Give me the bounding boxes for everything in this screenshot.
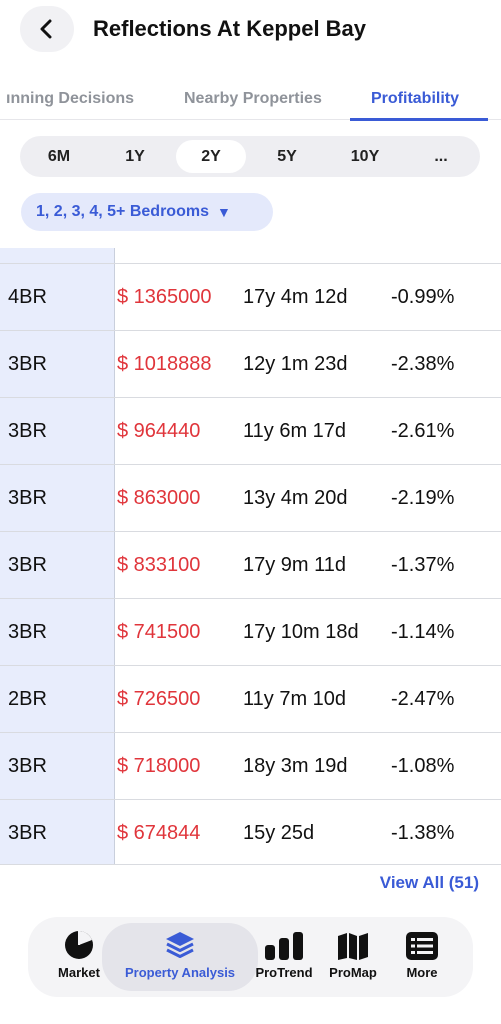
- table-row[interactable]: 3BR $ 718000 18y 3m 19d -1.08%: [0, 732, 501, 799]
- cell-price: $ 964440: [117, 420, 201, 442]
- cell-holding-period: 17y 10m 18d: [243, 621, 359, 643]
- cell-bedroom-type: 4BR: [8, 286, 47, 308]
- cell-holding-period: 18y 3m 19d: [243, 755, 348, 777]
- bedroom-filter-label: 1, 2, 3, 4, 5+ Bedrooms: [36, 203, 209, 220]
- cell-holding-period: 11y 6m 17d: [243, 420, 347, 442]
- nav-property-analysis[interactable]: Property Analysis: [118, 929, 242, 980]
- table-row[interactable]: 3BR $ 863000 13y 4m 20d -2.19%: [0, 464, 501, 531]
- period-6m[interactable]: 6M: [26, 140, 92, 173]
- tab-planning-decisions[interactable]: ınning Decisions: [6, 90, 134, 108]
- transactions-table: 4BR $ 1365000 17y 4m 12d -0.99% 3BR $ 10…: [0, 248, 501, 865]
- cell-annual-change: -2.47%: [391, 688, 455, 710]
- nav-market[interactable]: Market: [56, 929, 102, 980]
- cell-holding-period: 15y 25d: [243, 821, 315, 844]
- chevron-left-icon: [40, 19, 52, 39]
- nav-protrend[interactable]: ProTrend: [253, 929, 315, 980]
- period-10y[interactable]: 10Y: [330, 140, 400, 173]
- cell-annual-change: -1.14%: [391, 621, 455, 643]
- nav-promap-label: ProMap: [329, 965, 377, 980]
- cell-holding-period: 17y 4m 12d: [243, 286, 348, 308]
- nav-promap[interactable]: ProMap: [325, 929, 381, 980]
- bar-chart-icon: [265, 932, 303, 960]
- nav-more-label: More: [406, 965, 438, 980]
- cell-annual-change: -2.19%: [391, 487, 455, 509]
- period-selector: 6M 1Y 2Y 5Y 10Y ...: [20, 136, 480, 177]
- cell-annual-change: -0.99%: [391, 286, 455, 308]
- caret-down-icon: ▼: [216, 204, 231, 220]
- cell-annual-change: -2.61%: [391, 420, 455, 442]
- period-5y[interactable]: 5Y: [254, 140, 320, 173]
- nav-market-label: Market: [58, 965, 100, 980]
- cell-bedroom-type: 3BR: [8, 755, 47, 777]
- tab-bar: ınning Decisions Nearby Properties Profi…: [0, 76, 501, 121]
- cell-bedroom-type: 3BR: [8, 487, 47, 509]
- bedroom-filter-dropdown[interactable]: 1, 2, 3, 4, 5+ Bedrooms ▼: [21, 193, 273, 231]
- table-row[interactable]: 3BR $ 674844 15y 25d -1.38%: [0, 799, 501, 865]
- nav-protrend-label: ProTrend: [255, 965, 313, 980]
- cell-bedroom-type: 3BR: [8, 821, 47, 844]
- cell-annual-change: -1.37%: [391, 554, 455, 576]
- table-row[interactable]: 3BR $ 833100 17y 9m 11d -1.37%: [0, 531, 501, 598]
- table-row[interactable]: 2BR $ 726500 11y 7m 10d -2.47%: [0, 665, 501, 732]
- cell-price: $ 833100: [117, 554, 201, 576]
- cell-holding-period: 13y 4m 20d: [243, 487, 348, 509]
- cell-holding-period: 11y 7m 10d: [243, 688, 347, 710]
- tab-profitability[interactable]: Profitability: [371, 90, 459, 108]
- nav-more[interactable]: More: [400, 929, 444, 980]
- cell-bedroom-type: 3BR: [8, 420, 47, 442]
- period-2y[interactable]: 2Y: [176, 140, 246, 173]
- view-all-link[interactable]: View All (51): [380, 873, 479, 893]
- cell-holding-period: 17y 9m 11d: [243, 554, 347, 576]
- cell-price: $ 1365000: [117, 286, 212, 308]
- page-title: Reflections At Keppel Bay: [93, 16, 367, 41]
- list-icon: [406, 932, 438, 960]
- cell-bedroom-type: 3BR: [8, 353, 47, 375]
- map-icon: [338, 933, 368, 960]
- period-1y[interactable]: 1Y: [102, 140, 168, 173]
- table-row[interactable]: 3BR $ 1018888 12y 1m 23d -2.38%: [0, 330, 501, 397]
- bottom-nav: Market Property Analysis ProTrend ProMap…: [28, 917, 473, 997]
- cell-price: $ 726500: [117, 688, 201, 710]
- cell-bedroom-type: 2BR: [8, 688, 47, 710]
- cell-price: $ 674844: [117, 821, 201, 844]
- cell-bedroom-type: 3BR: [8, 621, 47, 643]
- table-row[interactable]: 3BR $ 964440 11y 6m 17d -2.61%: [0, 397, 501, 464]
- back-button[interactable]: [20, 6, 74, 52]
- cell-holding-period: 12y 1m 23d: [243, 353, 348, 375]
- cell-price: $ 1018888: [117, 353, 212, 375]
- layers-icon: [166, 932, 194, 958]
- cell-annual-change: -1.38%: [391, 821, 455, 844]
- header: Reflections At Keppel Bay: [0, 0, 501, 60]
- table-row[interactable]: 4BR $ 1365000 17y 4m 12d -0.99%: [0, 263, 501, 330]
- nav-property-analysis-label: Property Analysis: [124, 965, 236, 980]
- cell-bedroom-type: 3BR: [8, 554, 47, 576]
- cell-price: $ 718000: [117, 755, 201, 777]
- active-tab-indicator: [350, 118, 488, 121]
- tab-nearby-properties[interactable]: Nearby Properties: [184, 90, 322, 108]
- cell-price: $ 741500: [117, 621, 201, 643]
- cell-annual-change: -1.08%: [391, 755, 455, 777]
- cell-annual-change: -2.38%: [391, 353, 455, 375]
- table-row[interactable]: 3BR $ 741500 17y 10m 18d -1.14%: [0, 598, 501, 665]
- period-more[interactable]: ...: [408, 140, 474, 173]
- cell-price: $ 863000: [117, 487, 201, 509]
- pie-chart-icon: [65, 931, 93, 959]
